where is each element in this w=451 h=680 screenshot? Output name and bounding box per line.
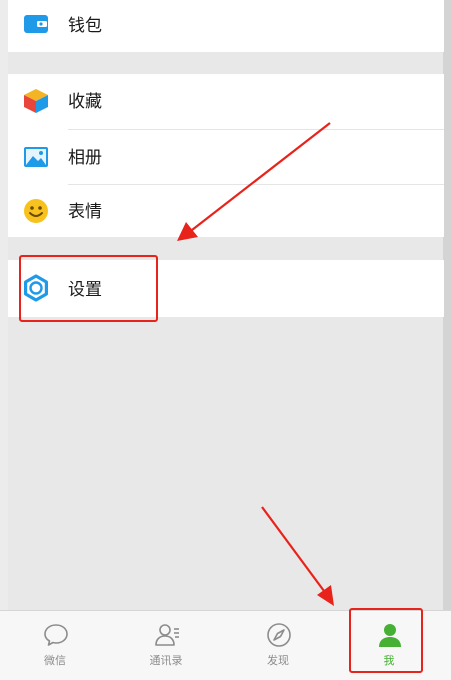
- stickers-cell[interactable]: 表情: [8, 185, 444, 237]
- wallet-icon: [22, 10, 50, 38]
- me-tab-highlight-box: [349, 608, 423, 673]
- chat-bubble-icon: [44, 624, 68, 646]
- favorites-cube-icon: [22, 87, 50, 115]
- arrow-to-me-tab: [261, 506, 325, 592]
- right-edge: [443, 0, 451, 679]
- tab-label: 微信: [44, 654, 66, 667]
- wallet-group: 钱包: [8, 0, 444, 52]
- wallet-cell[interactable]: 钱包: [8, 0, 444, 52]
- tab-label: 通讯录: [149, 654, 183, 667]
- tab-chats[interactable]: 微信: [15, 611, 95, 680]
- favorites-label: 收藏: [68, 92, 102, 112]
- tab-discover[interactable]: 发现: [238, 611, 318, 680]
- sticker-smiley-icon: [22, 197, 50, 225]
- contacts-icon: [155, 624, 179, 646]
- wallet-label: 钱包: [68, 16, 102, 36]
- tab-contacts[interactable]: 通讯录: [126, 611, 206, 680]
- album-label: 相册: [68, 148, 102, 168]
- compass-icon: [267, 623, 291, 647]
- tab-label: 发现: [267, 654, 289, 667]
- album-image-icon: [22, 143, 50, 171]
- arrow-to-me-tab-head: [317, 585, 334, 606]
- stickers-label: 表情: [68, 202, 102, 222]
- album-cell[interactable]: 相册: [8, 130, 444, 184]
- favorites-cell[interactable]: 收藏: [8, 74, 444, 129]
- settings-highlight-box: [19, 255, 158, 322]
- tools-group: 收藏 相册 表情: [8, 74, 444, 237]
- left-edge: [0, 0, 8, 679]
